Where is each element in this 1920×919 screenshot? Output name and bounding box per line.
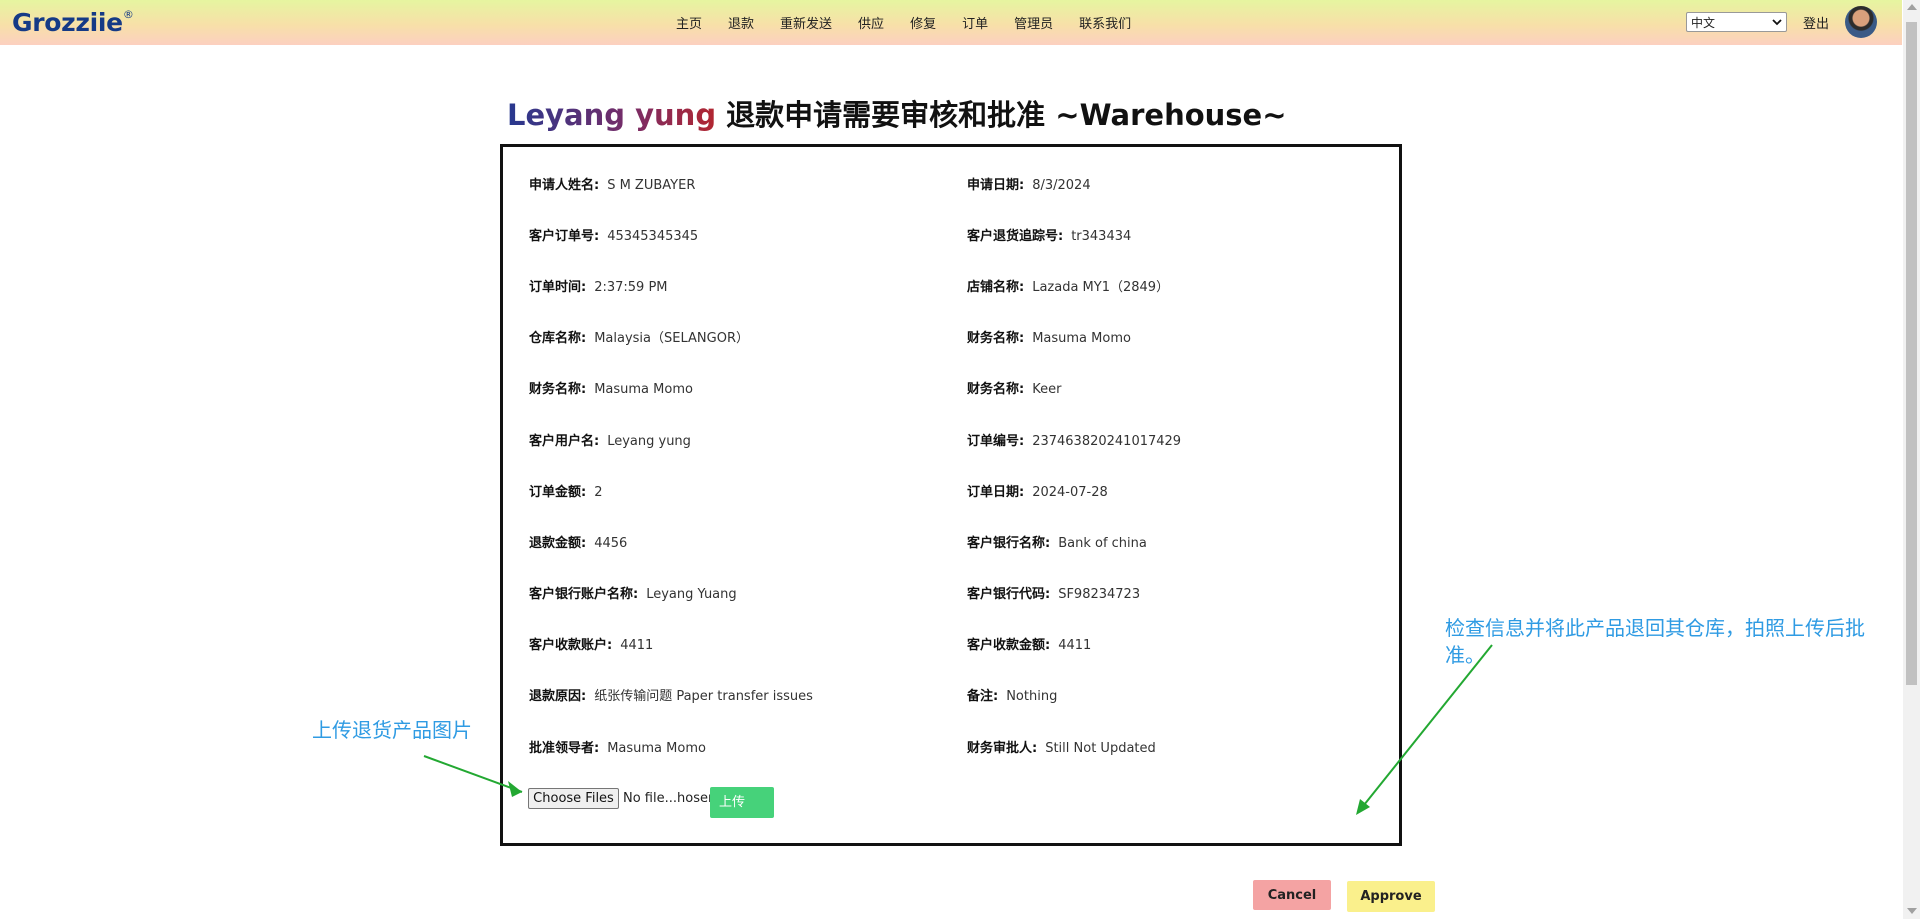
arrow-to-approve-icon xyxy=(1356,644,1493,815)
arrow-to-upload-icon xyxy=(423,755,523,797)
annotation-arrows xyxy=(423,644,1493,815)
